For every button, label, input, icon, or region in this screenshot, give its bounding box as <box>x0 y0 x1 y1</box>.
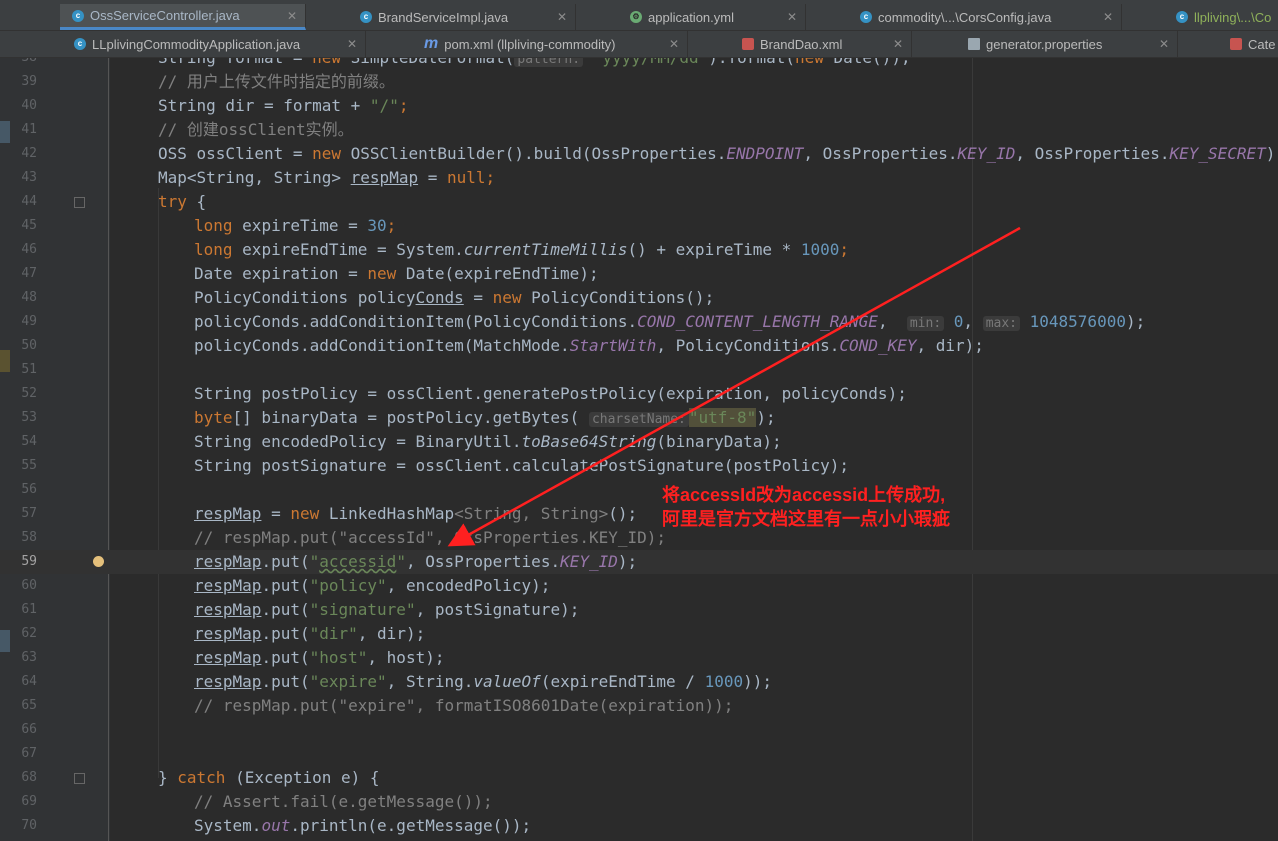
tab-llpliving-commodity-application[interactable]: c LLplivingCommodityApplication.java ✕ <box>62 31 366 57</box>
editor-tabs-row-1: c OssServiceController.java ✕ c BrandSer… <box>0 4 1278 31</box>
tab-pom-xml[interactable]: m pom.xml (llpliving-commodity) ✕ <box>412 31 688 57</box>
close-icon[interactable]: ✕ <box>557 10 567 24</box>
tab-label: Cate <box>1248 36 1276 52</box>
tab-label: OssServiceController.java <box>90 8 240 23</box>
class-icon: c <box>72 9 84 22</box>
xml-icon <box>742 38 754 50</box>
close-icon[interactable]: ✕ <box>669 37 679 51</box>
tab-generator-properties[interactable]: generator.properties ✕ <box>956 31 1178 57</box>
tab-llpliving-co[interactable]: c llpliving\...\Co <box>1164 4 1278 30</box>
class-icon: c <box>74 38 86 50</box>
maven-icon: m <box>424 35 439 52</box>
tab-brand-dao-xml[interactable]: BrandDao.xml ✕ <box>730 31 912 57</box>
tab-label: llpliving\...\Co <box>1194 9 1272 25</box>
annotation-text: 将accessId改为accessid上传成功, 阿里是官方文档这里有一点小小瑕… <box>662 483 950 531</box>
tab-brand-service-impl[interactable]: c BrandServiceImpl.java ✕ <box>348 4 576 30</box>
tab-label: commodity\...\CorsConfig.java <box>878 9 1052 25</box>
tab-oss-service-controller[interactable]: c OssServiceController.java ✕ <box>60 4 306 30</box>
editor-tabs-row-2: c LLplivingCommodityApplication.java ✕ m… <box>0 31 1278 58</box>
properties-icon <box>968 38 980 50</box>
close-icon[interactable]: ✕ <box>1159 37 1169 51</box>
close-icon[interactable]: ✕ <box>287 9 297 23</box>
class-icon: c <box>860 11 872 23</box>
class-icon: c <box>1176 11 1188 23</box>
close-icon[interactable]: ✕ <box>1103 10 1113 24</box>
annotation-arrow <box>447 226 1021 547</box>
annotation-line-2: 阿里是官方文档这里有一点小小瑕疵 <box>662 509 950 529</box>
tab-label: application.yml <box>648 9 734 25</box>
annotation-line-1: 将accessId改为accessid上传成功, <box>662 485 946 505</box>
tab-application-yml[interactable]: ⚙ application.yml ✕ <box>618 4 806 30</box>
class-icon: c <box>360 11 372 23</box>
code-editor[interactable]: 38 String format = new SimpleDateFormat(… <box>0 58 1278 841</box>
tab-label: pom.xml (llpliving-commodity) <box>444 36 616 52</box>
tab-cors-config[interactable]: c commodity\...\CorsConfig.java ✕ <box>848 4 1122 30</box>
tab-label: BrandDao.xml <box>760 36 843 52</box>
yml-icon: ⚙ <box>630 11 642 23</box>
tab-cate[interactable]: Cate <box>1218 31 1278 57</box>
close-icon[interactable]: ✕ <box>347 37 357 51</box>
close-icon[interactable]: ✕ <box>787 10 797 24</box>
tab-label: LLplivingCommodityApplication.java <box>92 36 301 52</box>
close-icon[interactable]: ✕ <box>893 37 903 51</box>
tab-label: BrandServiceImpl.java <box>378 9 509 25</box>
xml-icon <box>1230 38 1242 50</box>
tab-label: generator.properties <box>986 36 1103 52</box>
